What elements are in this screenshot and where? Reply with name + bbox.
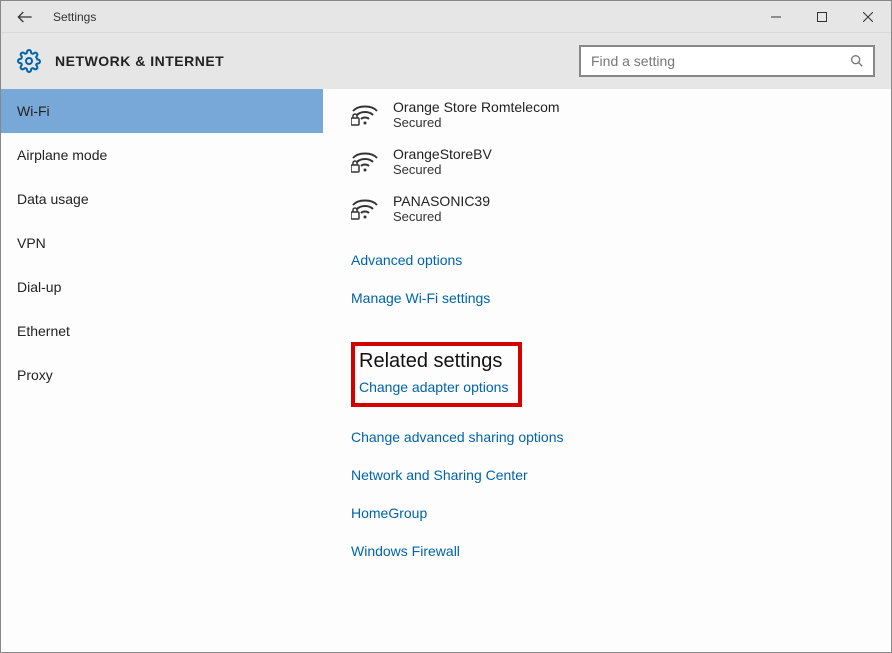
sidebar-item-dial-up[interactable]: Dial-up bbox=[1, 265, 323, 309]
sidebar-item-label: VPN bbox=[17, 235, 46, 251]
highlight-box: Related settings Change adapter options bbox=[351, 342, 522, 407]
wifi-status: Secured bbox=[393, 115, 560, 130]
sidebar-item-label: Airplane mode bbox=[17, 147, 107, 163]
section-title: NETWORK & INTERNET bbox=[55, 53, 224, 69]
link-advanced-options[interactable]: Advanced options bbox=[351, 252, 863, 268]
sidebar-item-label: Dial-up bbox=[17, 279, 61, 295]
wifi-name: OrangeStoreBV bbox=[393, 146, 492, 162]
titlebar-left: Settings bbox=[13, 5, 96, 29]
search-icon bbox=[849, 53, 865, 69]
maximize-icon bbox=[817, 12, 827, 22]
header-left: NETWORK & INTERNET bbox=[17, 49, 224, 73]
back-arrow-icon bbox=[15, 7, 35, 27]
wifi-name: Orange Store Romtelecom bbox=[393, 99, 560, 115]
sidebar-item-vpn[interactable]: VPN bbox=[1, 221, 323, 265]
wifi-name: PANASONIC39 bbox=[393, 193, 490, 209]
link-network-center[interactable]: Network and Sharing Center bbox=[351, 467, 863, 483]
related-settings-heading: Related settings bbox=[359, 350, 508, 373]
gear-icon bbox=[17, 49, 41, 73]
wifi-network-item[interactable]: PANASONIC39 Secured bbox=[351, 187, 863, 234]
wifi-text: Orange Store Romtelecom Secured bbox=[393, 99, 560, 130]
sidebar-item-label: Wi-Fi bbox=[17, 103, 50, 119]
close-icon bbox=[863, 12, 873, 22]
link-change-sharing[interactable]: Change advanced sharing options bbox=[351, 429, 863, 445]
sidebar-item-label: Proxy bbox=[17, 367, 53, 383]
sidebar-item-ethernet[interactable]: Ethernet bbox=[1, 309, 323, 353]
wifi-secured-icon bbox=[351, 149, 379, 175]
search-input[interactable] bbox=[589, 52, 841, 70]
sidebar-item-airplane-mode[interactable]: Airplane mode bbox=[1, 133, 323, 177]
window-controls bbox=[753, 1, 891, 33]
minimize-icon bbox=[771, 12, 781, 22]
main-content: Orange Store Romtelecom Secured OrangeSt… bbox=[323, 89, 891, 652]
search-box[interactable] bbox=[579, 45, 875, 77]
minimize-button[interactable] bbox=[753, 1, 799, 33]
window-title: Settings bbox=[53, 10, 96, 24]
wifi-secured-icon bbox=[351, 196, 379, 222]
wifi-text: PANASONIC39 Secured bbox=[393, 193, 490, 224]
link-change-adapter[interactable]: Change adapter options bbox=[359, 379, 508, 395]
back-button[interactable] bbox=[13, 5, 37, 29]
wifi-secured-icon bbox=[351, 102, 379, 128]
wifi-status: Secured bbox=[393, 162, 492, 177]
titlebar: Settings bbox=[1, 1, 891, 33]
sidebar-item-label: Ethernet bbox=[17, 323, 70, 339]
link-homegroup[interactable]: HomeGroup bbox=[351, 505, 863, 521]
body-area: Wi-Fi Airplane mode Data usage VPN Dial-up Et… bbox=[1, 89, 891, 652]
sidebar-item-wi-fi[interactable]: Wi-Fi bbox=[1, 89, 323, 133]
wifi-status: Secured bbox=[393, 209, 490, 224]
maximize-button[interactable] bbox=[799, 1, 845, 33]
link-firewall[interactable]: Windows Firewall bbox=[351, 543, 863, 559]
wifi-text: OrangeStoreBV Secured bbox=[393, 146, 492, 177]
close-button[interactable] bbox=[845, 1, 891, 33]
sidebar: Wi-Fi Airplane mode Data usage VPN Dial-up Et… bbox=[1, 89, 323, 652]
wifi-network-item[interactable]: Orange Store Romtelecom Secured bbox=[351, 93, 863, 140]
sidebar-item-data-usage[interactable]: Data usage bbox=[1, 177, 323, 221]
sidebar-item-proxy[interactable]: Proxy bbox=[1, 353, 323, 397]
sidebar-item-label: Data usage bbox=[17, 191, 89, 207]
wifi-list: Orange Store Romtelecom Secured OrangeSt… bbox=[351, 93, 863, 234]
link-manage-wifi[interactable]: Manage Wi-Fi settings bbox=[351, 290, 863, 306]
wifi-network-item[interactable]: OrangeStoreBV Secured bbox=[351, 140, 863, 187]
header: NETWORK & INTERNET bbox=[1, 33, 891, 89]
